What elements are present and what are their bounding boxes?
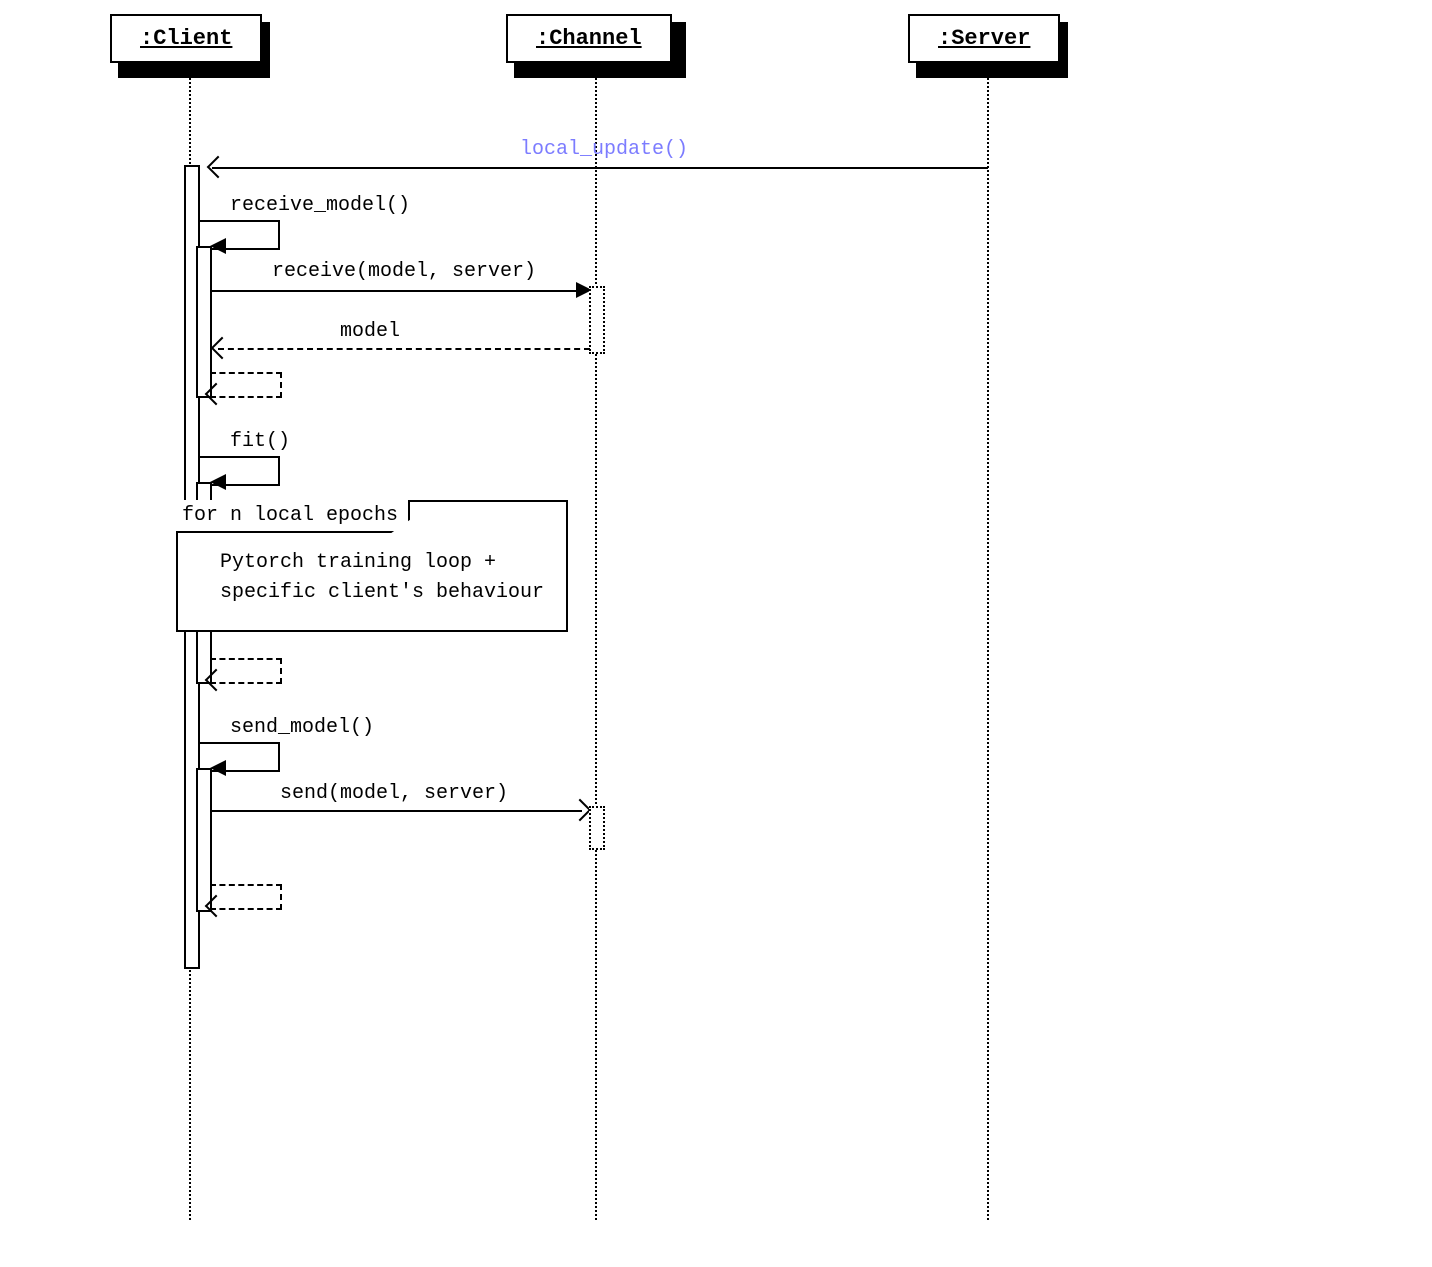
participant-server: :Server — [908, 14, 1060, 63]
arrow-send-model — [210, 760, 226, 776]
lifeline-channel — [595, 70, 597, 1220]
arrow-fit — [210, 474, 226, 490]
participant-label: :Channel — [536, 26, 642, 51]
participant-channel: :Channel — [506, 14, 672, 63]
message-label-fit: fit() — [230, 430, 290, 453]
participant-client: :Client — [110, 14, 262, 63]
message-label-send-model: send_model() — [230, 716, 374, 739]
fragment-guard: for n local epochs — [176, 500, 410, 533]
fragment-body: Pytorch training loop + specific client'… — [220, 548, 544, 608]
message-line-send-cmd — [210, 810, 582, 812]
activation-channel-send — [589, 806, 605, 850]
lifeline-server — [987, 70, 989, 1220]
message-line-receive-cmd — [210, 290, 580, 292]
arrow-receive-model — [210, 238, 226, 254]
message-label-local-update: local_update() — [520, 138, 688, 161]
participant-label: :Server — [938, 26, 1030, 51]
message-line-local-update — [212, 167, 988, 169]
participant-label: :Client — [140, 26, 232, 51]
message-label-send-cmd: send(model, server) — [280, 782, 508, 805]
arrow-model-reply — [211, 337, 234, 360]
message-label-receive-cmd: receive(model, server) — [272, 260, 536, 283]
arrow-send-cmd — [569, 799, 592, 822]
message-label-receive-model: receive_model() — [230, 194, 410, 217]
activation-channel-receive — [589, 286, 605, 354]
message-line-model-reply — [218, 348, 590, 350]
fragment-guard-text: for n local epochs — [182, 504, 398, 527]
sequence-diagram: :Client :Channel :Server local_update() … — [0, 0, 1432, 1267]
message-label-model-reply: model — [340, 320, 400, 343]
arrow-local-update — [207, 156, 230, 179]
